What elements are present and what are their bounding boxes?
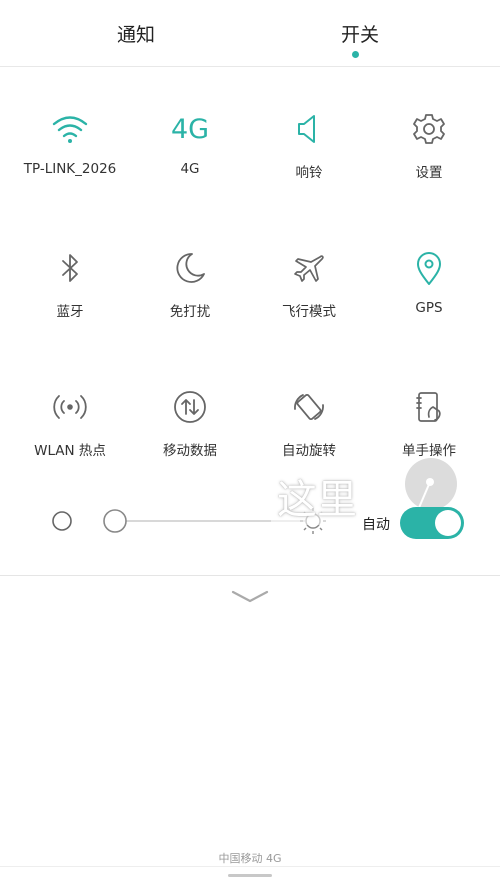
expand-chevron-icon[interactable] xyxy=(230,587,270,607)
toggle-do-not-disturb[interactable]: 免打扰 xyxy=(130,248,250,338)
toggle-auto-rotate[interactable]: 自动旋转 xyxy=(249,387,369,477)
gear-icon xyxy=(409,109,449,149)
toggle-label: 飞行模式 xyxy=(282,304,336,320)
toggle-label: 单手操作 xyxy=(402,443,456,459)
hotspot-icon xyxy=(50,387,90,427)
toggle-label: TP-LINK_2026 xyxy=(23,161,117,177)
toggle-label: 设置 xyxy=(415,165,443,181)
annotation-label: 这里 xyxy=(271,467,363,525)
active-tab-indicator xyxy=(352,51,359,58)
bluetooth-icon xyxy=(50,248,90,288)
toggle-bluetooth[interactable]: 蓝牙 xyxy=(10,248,130,338)
home-indicator[interactable] xyxy=(228,874,272,877)
wifi-icon xyxy=(50,109,90,149)
toggle-label: 自动旋转 xyxy=(282,443,336,459)
toggle-label: 蓝牙 xyxy=(56,304,84,320)
toggle-label: 4G xyxy=(180,161,200,177)
moon-icon xyxy=(170,248,210,288)
one-hand-icon xyxy=(409,387,449,427)
toggle-wlan-hotspot[interactable]: WLAN 热点 xyxy=(10,387,130,477)
bottom-divider xyxy=(0,866,500,867)
panel-divider xyxy=(0,575,500,576)
toggle-label: 响铃 xyxy=(295,165,323,181)
toggle-ringer[interactable]: 响铃 xyxy=(249,109,369,199)
toggle-airplane-mode[interactable]: 飞行模式 xyxy=(249,248,369,338)
data-arrows-icon xyxy=(170,387,210,427)
carrier-status: 中国移动 4G xyxy=(218,852,282,865)
rotate-icon xyxy=(289,387,329,427)
toggle-label: 免打扰 xyxy=(169,304,211,320)
location-pin-icon xyxy=(409,248,449,288)
airplane-icon xyxy=(289,248,329,288)
toggle-knob xyxy=(435,510,461,536)
toggle-4g[interactable]: 4G 4G xyxy=(130,109,250,199)
tab-bar: 通知 开关 xyxy=(0,0,500,67)
toggle-mobile-data[interactable]: 移动数据 xyxy=(130,387,250,477)
auto-brightness-label: 自动 xyxy=(362,517,390,533)
toggle-settings[interactable]: 设置 xyxy=(369,109,489,199)
tab-notifications[interactable]: 通知 xyxy=(76,20,196,47)
auto-brightness-toggle[interactable] xyxy=(400,507,464,539)
toggle-label: GPS xyxy=(415,300,443,316)
toggle-label: WLAN 热点 xyxy=(34,443,106,459)
4g-text-icon: 4G xyxy=(170,113,210,145)
tab-switches[interactable]: 开关 xyxy=(300,20,420,47)
toggle-gps[interactable]: GPS xyxy=(369,248,489,338)
speaker-icon xyxy=(289,109,329,149)
toggle-label: 移动数据 xyxy=(163,443,217,459)
toggle-wifi[interactable]: TP-LINK_2026 xyxy=(10,109,130,199)
